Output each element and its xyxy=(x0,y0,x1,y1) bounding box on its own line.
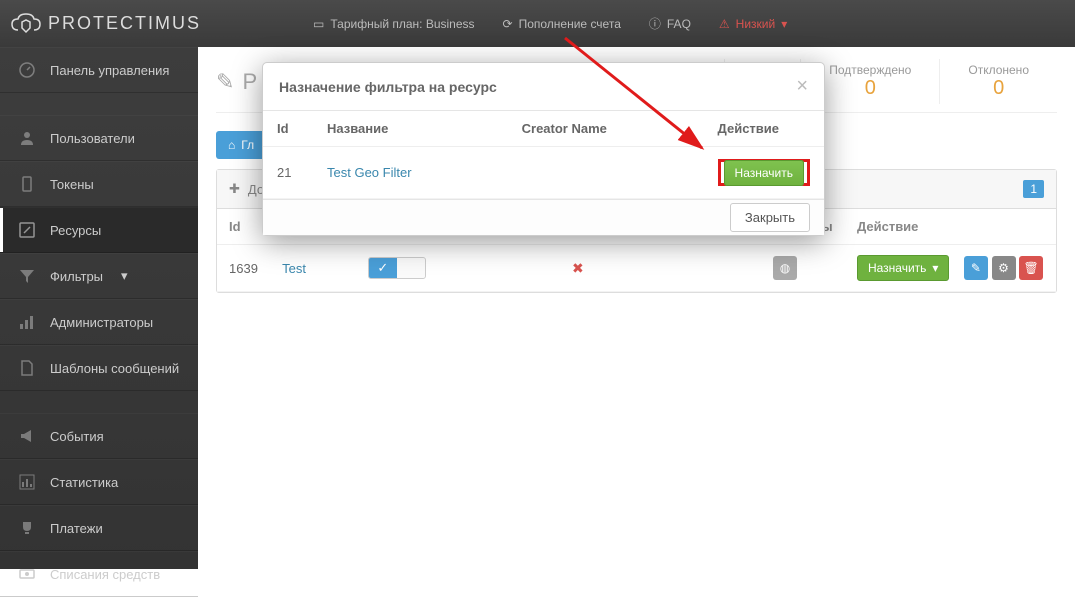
mcol-name: Название xyxy=(313,111,508,147)
modal-body: Id Название Creator Name Действие 21 Tes… xyxy=(263,111,824,199)
modal-close-button[interactable]: Закрыть xyxy=(730,203,810,232)
filters-table: Id Название Creator Name Действие 21 Tes… xyxy=(263,111,824,199)
close-icon[interactable]: × xyxy=(796,75,808,98)
modal-footer: Закрыть xyxy=(263,199,824,235)
mcol-action: Действие xyxy=(704,111,824,147)
mcol-creator: Creator Name xyxy=(508,111,704,147)
filter-name-link[interactable]: Test Geo Filter xyxy=(327,165,412,180)
modal-header: Назначение фильтра на ресурс × xyxy=(263,63,824,111)
highlight-box: Назначить xyxy=(718,159,810,186)
filter-row: 21 Test Geo Filter Назначить xyxy=(263,147,824,199)
mcol-id: Id xyxy=(263,111,313,147)
mcell-id: 21 xyxy=(263,147,313,199)
modal-assign-button[interactable]: Назначить xyxy=(724,160,804,186)
modal-title: Назначение фильтра на ресурс xyxy=(279,79,497,95)
assign-filter-modal: Назначение фильтра на ресурс × Id Назван… xyxy=(262,62,825,236)
